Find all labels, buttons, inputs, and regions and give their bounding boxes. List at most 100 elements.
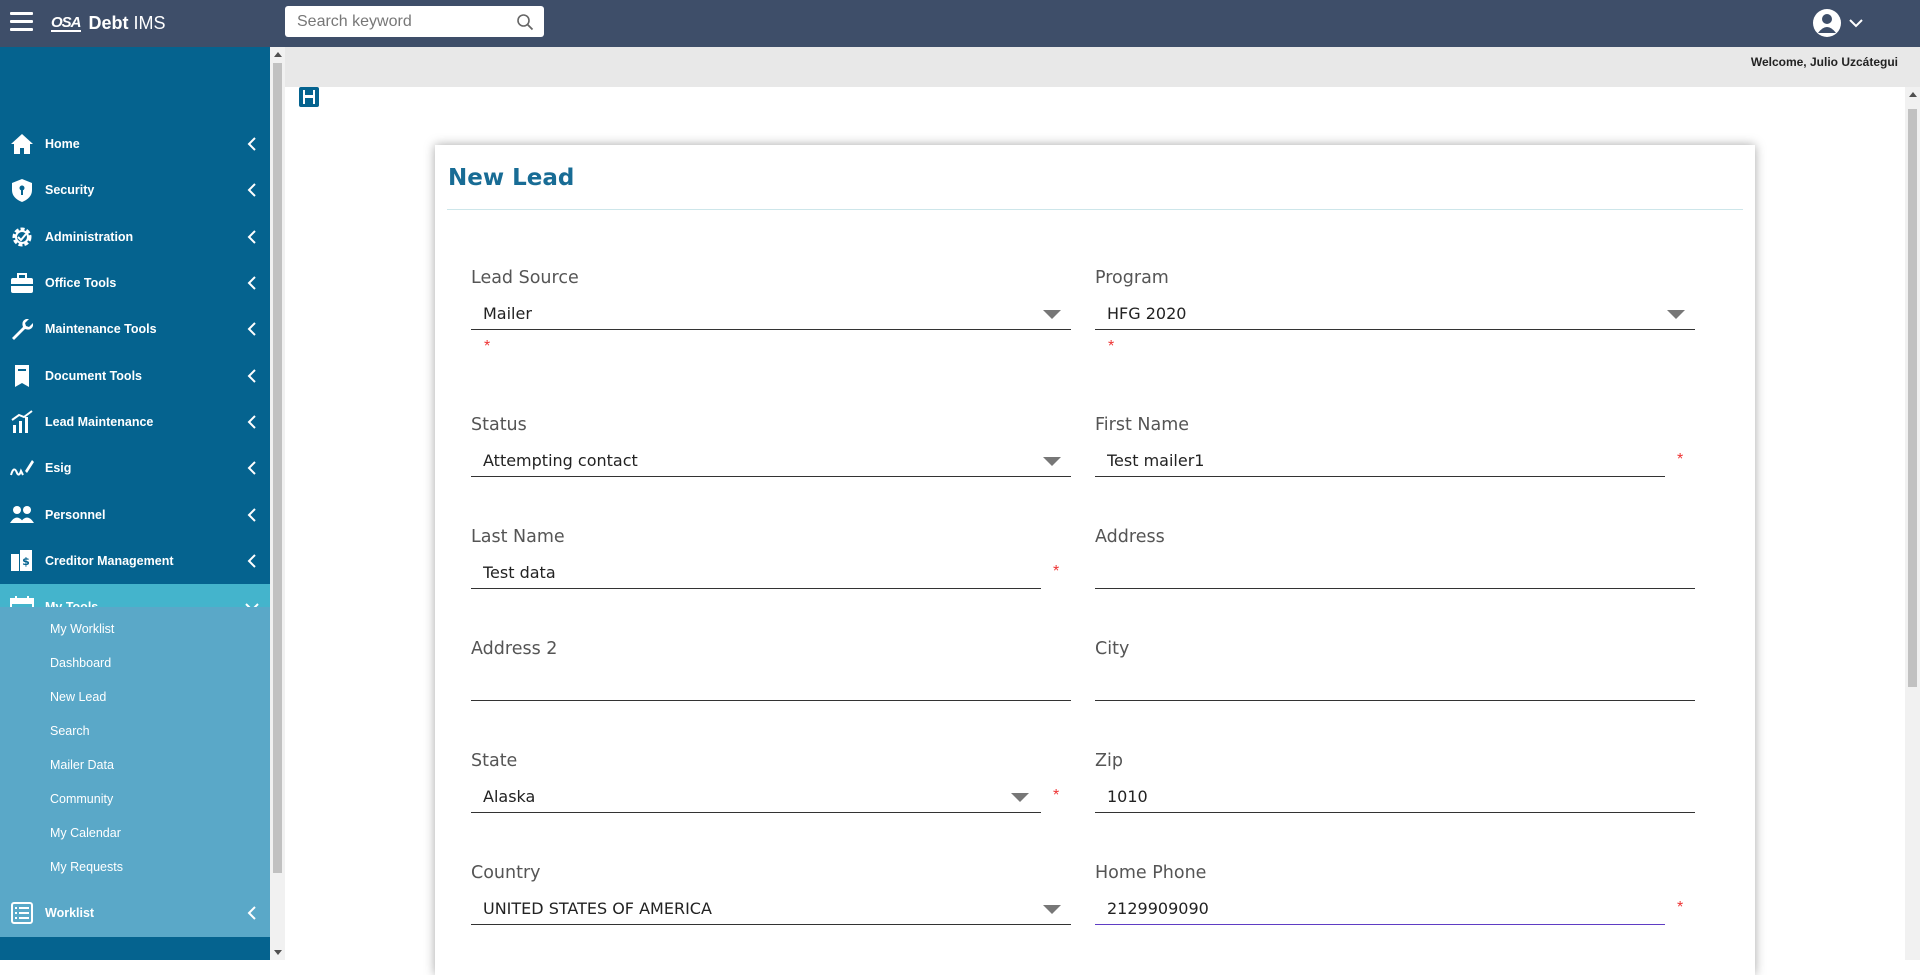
submenu-my-requests[interactable]: My Requests	[50, 860, 123, 874]
address2-input[interactable]	[471, 667, 1071, 701]
submenu-dashboard[interactable]: Dashboard	[50, 656, 111, 670]
submenu-new-lead[interactable]: New Lead	[50, 690, 106, 704]
sidebar-item-lead-maintenance[interactable]: Lead Maintenance	[0, 399, 270, 445]
svg-text:$: $	[22, 555, 30, 568]
people-icon	[10, 506, 34, 523]
first-name-input[interactable]	[1095, 443, 1665, 477]
sidebar-item-worklist[interactable]: Worklist	[0, 890, 270, 936]
field-label: Last Name	[471, 527, 565, 547]
scroll-up-arrow-icon[interactable]	[1909, 92, 1917, 97]
briefcase-icon	[11, 273, 33, 293]
signature-icon	[10, 460, 34, 476]
gear-check-icon	[12, 227, 32, 247]
last-name-input[interactable]	[471, 555, 1041, 589]
sidebar-item-personnel[interactable]: Personnel	[0, 492, 270, 538]
creditor-icon: $	[11, 550, 32, 571]
page-title: New Lead	[448, 165, 575, 191]
chevron-left-icon	[247, 322, 256, 336]
zip-value[interactable]	[1107, 787, 1617, 806]
dropdown-arrow-icon[interactable]	[1667, 310, 1685, 319]
field-label: First Name	[1095, 415, 1190, 435]
sidebar-item-label: Lead Maintenance	[45, 415, 154, 429]
program-select[interactable]: HFG 2020	[1095, 296, 1695, 330]
main-scrollbar[interactable]	[1905, 87, 1920, 960]
app-name-bold: Debt	[88, 13, 129, 33]
chevron-left-icon	[247, 183, 256, 197]
sidebar-item-esig[interactable]: Esig	[0, 445, 270, 491]
city-value[interactable]	[1107, 675, 1617, 694]
field-value: UNITED STATES OF AMERICA	[483, 899, 712, 918]
search-icon[interactable]	[516, 13, 534, 31]
field-value: Alaska	[483, 787, 536, 806]
save-icon[interactable]	[299, 87, 319, 107]
address-value[interactable]	[1107, 563, 1617, 582]
list-icon	[11, 902, 33, 924]
search-input[interactable]	[285, 6, 505, 37]
user-menu[interactable]	[1812, 8, 1864, 38]
sidebar-item-label: Creditor Management	[45, 554, 174, 568]
state-field: State Alaska *	[471, 751, 1071, 821]
field-value: Attempting contact	[483, 451, 638, 470]
dropdown-arrow-icon[interactable]	[1043, 905, 1061, 914]
home-phone-value[interactable]	[1107, 899, 1592, 918]
submenu-search[interactable]: Search	[50, 724, 90, 738]
required-marker: *	[1677, 451, 1684, 468]
field-label: Status	[471, 415, 527, 435]
home-icon	[11, 134, 33, 154]
address-field: Address	[1095, 527, 1695, 597]
dropdown-arrow-icon[interactable]	[1011, 793, 1029, 802]
sidebar-item-label: Esig	[45, 461, 72, 475]
field-label: Zip	[1095, 751, 1123, 771]
first-name-value[interactable]	[1107, 451, 1592, 470]
wrench-icon	[12, 319, 33, 340]
home-phone-field: Home Phone *	[1095, 863, 1695, 933]
sidebar-scrollbar[interactable]	[270, 47, 285, 960]
field-label: Program	[1095, 268, 1169, 288]
country-field: Country UNITED STATES OF AMERICA	[471, 863, 1071, 933]
dropdown-arrow-icon[interactable]	[1043, 457, 1061, 466]
submenu-my-worklist[interactable]: My Worklist	[50, 622, 114, 636]
sidebar-item-office-tools[interactable]: Office Tools	[0, 260, 270, 306]
scroll-down-arrow-icon[interactable]	[274, 950, 282, 955]
sidebar-item-maintenance-tools[interactable]: Maintenance Tools	[0, 306, 270, 352]
program-field: Program HFG 2020 *	[1095, 268, 1695, 358]
sidebar-item-home[interactable]: Home	[0, 121, 270, 167]
submenu-community[interactable]: Community	[50, 792, 113, 806]
field-label: Home Phone	[1095, 863, 1207, 883]
dropdown-arrow-icon[interactable]	[1043, 310, 1061, 319]
home-phone-input[interactable]	[1095, 891, 1665, 925]
address2-value[interactable]	[483, 675, 993, 694]
status-select[interactable]: Attempting contact	[471, 443, 1071, 477]
chevron-left-icon	[247, 369, 256, 383]
last-name-value[interactable]	[483, 563, 968, 582]
state-select[interactable]: Alaska	[471, 779, 1041, 813]
top-bar: OSA Debt IMS	[0, 0, 1920, 47]
required-marker: *	[1053, 787, 1060, 804]
user-avatar-icon[interactable]	[1812, 8, 1842, 38]
submenu-mailer-data[interactable]: Mailer Data	[50, 758, 114, 772]
country-select[interactable]: UNITED STATES OF AMERICA	[471, 891, 1071, 925]
scroll-up-arrow-icon[interactable]	[274, 52, 282, 57]
submenu-my-calendar[interactable]: My Calendar	[50, 826, 121, 840]
hamburger-menu-icon[interactable]	[10, 12, 33, 32]
sidebar-item-security[interactable]: Security	[0, 167, 270, 213]
address-input[interactable]	[1095, 555, 1695, 589]
field-label: Address 2	[471, 639, 558, 659]
zip-input[interactable]	[1095, 779, 1695, 813]
city-input[interactable]	[1095, 667, 1695, 701]
sidebar-item-document-tools[interactable]: Document Tools	[0, 353, 270, 399]
zip-field: Zip	[1095, 751, 1695, 821]
app-logo[interactable]: OSA Debt IMS	[51, 13, 166, 34]
scrollbar-thumb[interactable]	[1908, 109, 1917, 687]
chevron-left-icon	[247, 461, 256, 475]
sidebar-item-administration[interactable]: Administration	[0, 214, 270, 260]
chevron-down-icon[interactable]	[1848, 18, 1864, 28]
sidebar-item-label: Document Tools	[45, 369, 142, 383]
sidebar-item-creditor-management[interactable]: $ Creditor Management	[0, 538, 270, 584]
field-label: Address	[1095, 527, 1165, 547]
lead-source-select[interactable]: Mailer	[471, 296, 1071, 330]
scrollbar-thumb[interactable]	[273, 63, 282, 873]
required-marker: *	[1108, 338, 1115, 355]
chevron-left-icon	[247, 508, 256, 522]
field-label: State	[471, 751, 518, 771]
